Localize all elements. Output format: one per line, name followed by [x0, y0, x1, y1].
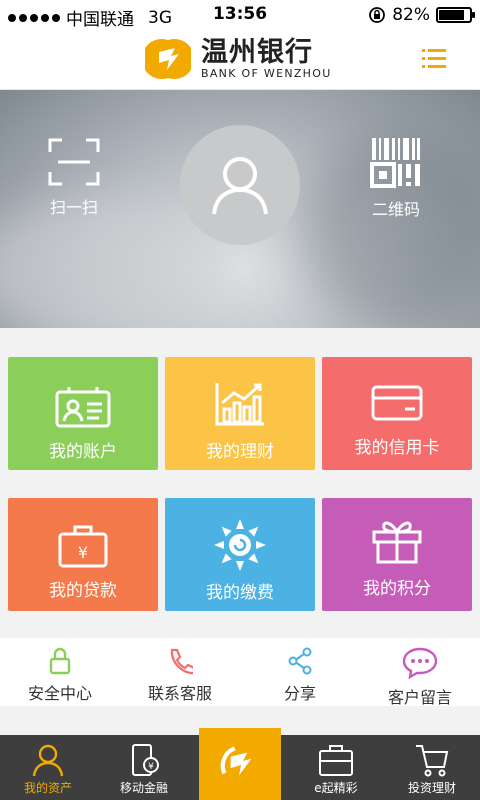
- tile-label: 我的信用卡: [354, 438, 440, 458]
- nav-label: e起精彩: [314, 781, 358, 795]
- svg-text:¥: ¥: [148, 762, 154, 772]
- nav-label: 我的资产: [23, 781, 72, 795]
- lock-icon: [49, 647, 71, 675]
- rotation-lock-icon: [369, 7, 386, 23]
- tile-label: 我的理财: [206, 442, 274, 462]
- user-icon: [212, 157, 268, 215]
- profile-banner: 扫一扫 二维码: [0, 90, 480, 328]
- sun-icon: [214, 519, 266, 571]
- menu-list-icon[interactable]: [422, 49, 446, 69]
- home-center-button[interactable]: [199, 728, 281, 800]
- nav-label: 投资理财: [407, 781, 456, 795]
- svg-text:¥: ¥: [78, 543, 88, 562]
- qrcode-icon: [370, 138, 420, 188]
- quick-actions: 安全中心 联系客服 分享 客户留言: [0, 638, 480, 708]
- tile-label: 我的积分: [363, 579, 431, 599]
- tile-my-credit-card[interactable]: 我的信用卡: [322, 357, 472, 470]
- battery-percent: 82%: [392, 5, 430, 25]
- qrcode-label: 二维码: [371, 200, 420, 219]
- avatar[interactable]: [180, 125, 300, 245]
- tile-my-loan[interactable]: ¥ 我的贷款: [8, 498, 158, 611]
- nav-investment[interactable]: 投资理财: [384, 735, 480, 800]
- bank-logo: 温州银行 BANK OF WENZHOU: [145, 38, 332, 80]
- bank-logo-nav-icon: [220, 746, 252, 776]
- quick-label: 安全中心: [27, 684, 92, 703]
- tile-my-account[interactable]: 我的账户: [8, 357, 158, 470]
- tile-label: 我的账户: [49, 442, 117, 462]
- cart-icon: [416, 745, 449, 777]
- tile-my-wealth[interactable]: 我的理财: [165, 357, 315, 470]
- nav-mobile-finance[interactable]: ¥ 移动金融: [96, 735, 192, 800]
- account-card-icon: [55, 387, 111, 428]
- scan-button[interactable]: 扫一扫: [48, 138, 100, 218]
- tile-label: 我的缴费: [206, 583, 274, 603]
- nav-label: 移动金融: [119, 781, 168, 795]
- quick-label: 分享: [283, 684, 316, 703]
- credit-card-icon: [371, 385, 423, 421]
- chat-bubble-icon: [402, 647, 438, 680]
- bank-name-cn: 温州银行: [201, 36, 313, 68]
- tile-my-payment[interactable]: 我的缴费: [165, 498, 315, 611]
- phone-icon: [170, 648, 193, 675]
- user-nav-icon: [32, 744, 64, 777]
- briefcase-yuan-icon: ¥: [58, 525, 108, 568]
- briefcase-icon: [319, 745, 353, 776]
- nav-my-assets[interactable]: 我的资产: [0, 735, 96, 800]
- contact-service-button[interactable]: 联系客服: [120, 646, 240, 704]
- scan-icon: [48, 138, 100, 186]
- chart-icon: [215, 383, 264, 426]
- share-button[interactable]: 分享: [240, 646, 360, 704]
- quick-label: 联系客服: [147, 684, 212, 703]
- share-icon: [288, 647, 312, 675]
- gift-icon: [372, 521, 422, 564]
- quick-label: 客户留言: [387, 688, 452, 707]
- tile-label: 我的贷款: [49, 581, 117, 601]
- mobile-yuan-icon: ¥: [132, 744, 159, 776]
- app-header: 温州银行 BANK OF WENZHOU: [0, 30, 480, 90]
- status-bar: 中国联通 3G 13:56 82%: [0, 0, 480, 30]
- tile-my-points[interactable]: 我的积分: [322, 498, 472, 611]
- security-center-button[interactable]: 安全中心: [0, 646, 120, 704]
- customer-message-button[interactable]: 客户留言: [360, 646, 480, 708]
- battery-icon: [436, 7, 475, 23]
- scan-label: 扫一扫: [49, 198, 98, 217]
- nav-e-exciting[interactable]: e起精彩: [288, 735, 384, 800]
- qrcode-button[interactable]: 二维码: [370, 136, 422, 220]
- bank-name-en: BANK OF WENZHOU: [201, 66, 332, 80]
- bank-logo-icon: [145, 39, 191, 79]
